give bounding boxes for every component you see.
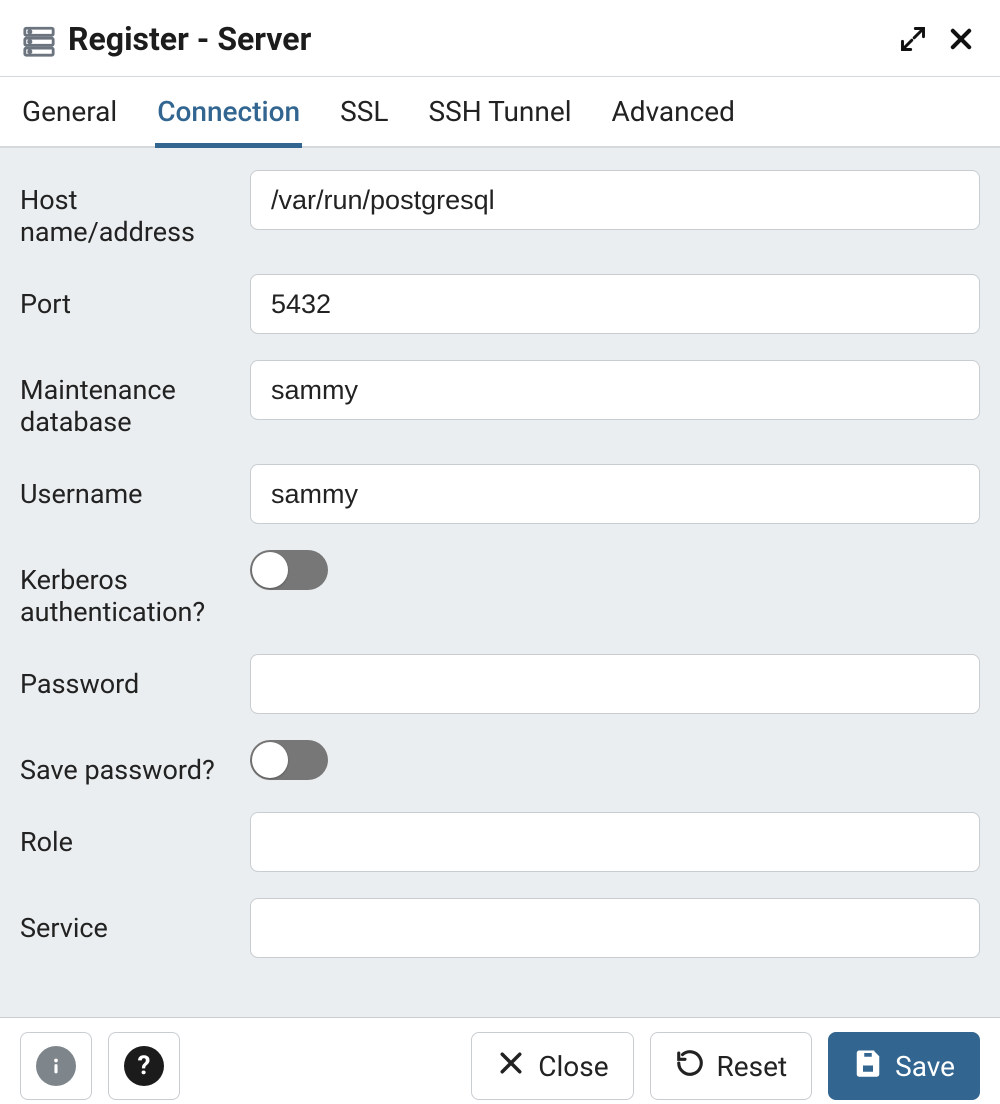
reset-button[interactable]: Reset [650,1032,813,1100]
kerberos-label: Kerberos authentication? [20,550,250,628]
close-label: Close [538,1050,608,1083]
save-label: Save [895,1050,955,1083]
tab-connection[interactable]: Connection [157,95,300,146]
info-icon [36,1046,76,1086]
tab-general[interactable]: General [22,95,117,146]
save-button[interactable]: Save [828,1032,980,1100]
service-input[interactable] [250,898,980,958]
dialog-title: Register - Server [68,20,882,58]
info-button[interactable] [20,1032,92,1100]
close-icon [496,1048,526,1085]
password-input[interactable] [250,654,980,714]
close-dialog-button[interactable] [944,22,978,56]
tab-ssl[interactable]: SSL [340,95,388,146]
server-icon [22,24,56,54]
connection-panel: Host name/address Port Maintenance datab… [0,148,1000,1018]
host-input[interactable] [250,170,980,230]
reset-icon [675,1048,705,1085]
tab-ssh-tunnel[interactable]: SSH Tunnel [428,95,571,146]
port-input[interactable] [250,274,980,334]
host-label: Host name/address [20,170,250,248]
close-button[interactable]: Close [471,1032,633,1100]
password-label: Password [20,654,250,700]
port-label: Port [20,274,250,320]
tab-advanced[interactable]: Advanced [612,95,735,146]
tab-bar: General Connection SSL SSH Tunnel Advanc… [0,77,1000,148]
save-icon [853,1048,883,1085]
db-label: Maintenance database [20,360,250,438]
help-button[interactable]: ? [108,1032,180,1100]
username-label: Username [20,464,250,510]
maximize-button[interactable] [896,22,930,56]
help-icon: ? [124,1046,164,1086]
username-input[interactable] [250,464,980,524]
service-label: Service [20,898,250,944]
role-input[interactable] [250,812,980,872]
reset-label: Reset [717,1050,788,1083]
save-password-toggle[interactable] [250,740,328,780]
dialog-titlebar: Register - Server [0,0,1000,77]
dialog-footer: ? Close Reset Save [0,1018,1000,1104]
maintenance-db-input[interactable] [250,360,980,420]
role-label: Role [20,812,250,858]
savepw-label: Save password? [20,740,250,786]
kerberos-toggle[interactable] [250,550,328,590]
